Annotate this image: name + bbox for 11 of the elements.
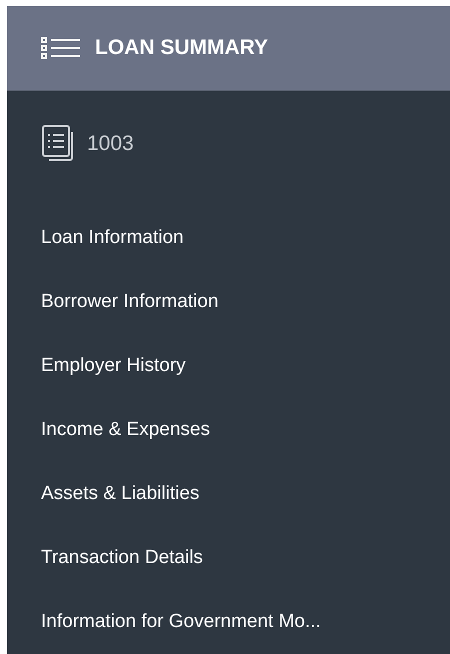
nav-item[interactable]: Information for Government Mo... [41, 608, 321, 636]
nav-item[interactable]: Income & Expenses [41, 416, 210, 444]
nav-item[interactable]: Borrower Information [41, 288, 218, 316]
nav-item[interactable]: Transaction Details [41, 544, 203, 572]
header-title: LOAN SUMMARY [95, 35, 268, 62]
form-label[interactable]: 1003 [87, 128, 134, 160]
document-icon [41, 124, 75, 162]
nav-item[interactable]: Assets & Liabilities [41, 480, 200, 508]
nav-item[interactable]: Employer History [41, 352, 186, 380]
nav-item[interactable]: Loan Information [41, 224, 184, 252]
list-icon [41, 36, 81, 60]
